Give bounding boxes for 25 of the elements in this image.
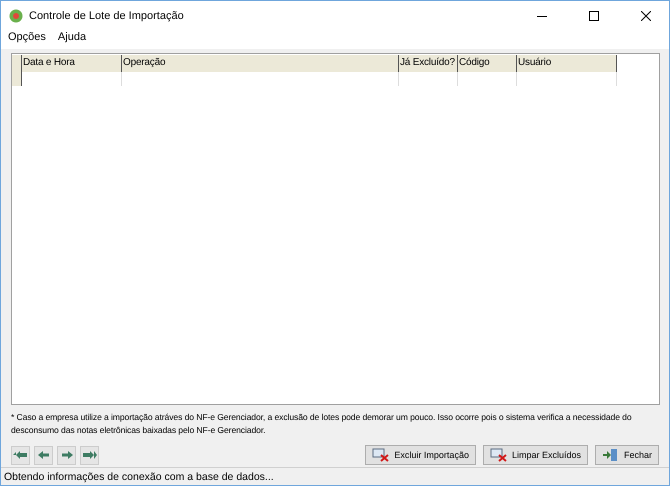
column-header[interactable]: Operação (122, 55, 399, 72)
row-indicator[interactable] (12, 72, 22, 86)
menu-item[interactable]: Opções (8, 31, 46, 45)
action-button[interactable]: Excluir Importação (365, 445, 476, 465)
exit-door-icon (602, 448, 620, 462)
nav-arrow-button[interactable] (57, 446, 76, 464)
arrow-icon (81, 449, 98, 461)
column-header[interactable]: Data e Hora (22, 55, 122, 72)
header-corner (12, 55, 22, 72)
nav-arrow-button[interactable] (11, 446, 30, 464)
nav-arrow-button[interactable] (34, 446, 53, 464)
delete-list-icon (490, 448, 508, 462)
arrow-icon (12, 449, 29, 461)
action-button[interactable]: Limpar Excluídos (482, 445, 588, 465)
action-button[interactable]: Fechar (594, 445, 659, 465)
column-header[interactable]: Já Excluído? (399, 55, 458, 72)
delete-list-icon (372, 448, 390, 462)
app-globe-icon (9, 9, 23, 23)
column-header[interactable]: Usuário (517, 55, 617, 72)
status-bar: Obtendo informações de conexão com a base de dados... (1, 467, 669, 485)
nav-arrow-button[interactable] (80, 446, 99, 464)
column-header[interactable]: Código (458, 55, 517, 72)
window-title: Controle de Lote de Importação (29, 10, 185, 22)
note-text: * Caso a empresa utilize a importação atráves do NF-e Gerenciador, a exclusão de lotes pode demorar um pouco. Isso ocorre pois o sistema verifica a necessidade do desconsumo das notas eletrônicas baixadas pelo NF-e Gerenciador. (11, 411, 633, 437)
menu-item[interactable]: Ajuda (58, 31, 86, 45)
